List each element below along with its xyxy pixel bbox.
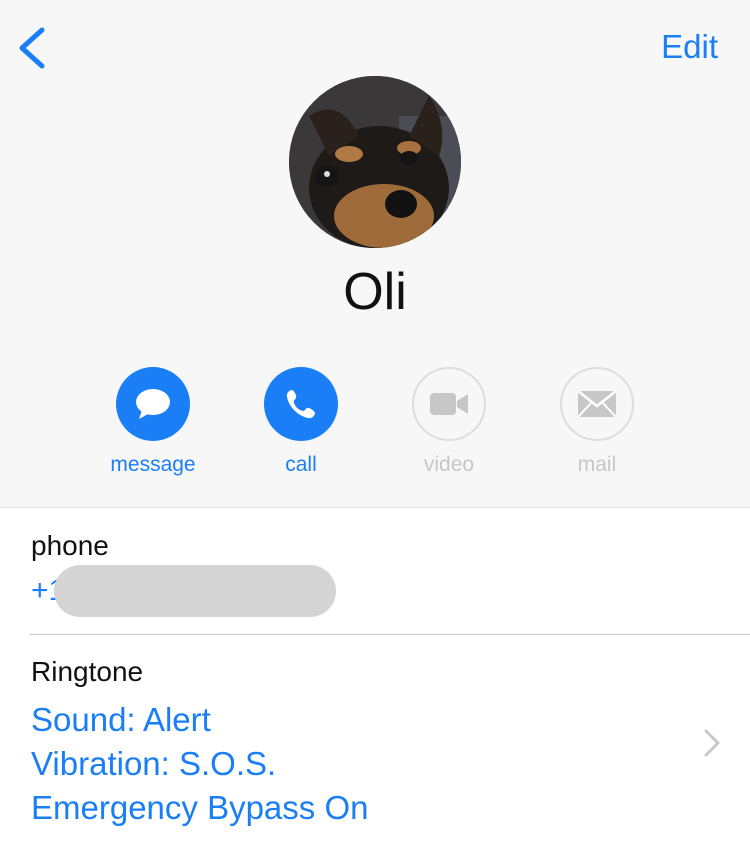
ringtone-label: Ringtone [31, 656, 144, 687]
message-label: message [110, 453, 196, 476]
envelope-icon [577, 390, 617, 418]
emergency-bypass: Emergency Bypass On [31, 789, 369, 826]
chevron-right-icon [704, 729, 720, 757]
chevron-left-icon[interactable] [14, 24, 54, 72]
message-action[interactable]: message [93, 367, 213, 479]
mail-action[interactable]: mail [537, 367, 657, 479]
ringtone-sound: Sound: Alert [31, 701, 211, 738]
phone-icon [286, 390, 315, 419]
contact-header: Edit Oli message call video mail [0, 0, 750, 508]
mail-label: mail [577, 453, 617, 476]
message-bubble-icon [136, 389, 170, 419]
call-action[interactable]: call [241, 367, 361, 479]
video-action[interactable]: video [389, 367, 509, 479]
edit-button[interactable]: Edit [661, 28, 718, 66]
redacted-phone-number [54, 565, 336, 617]
ringtone-vibration: Vibration: S.O.S. [31, 745, 277, 782]
avatar [289, 76, 461, 248]
video-button[interactable] [412, 367, 486, 441]
call-label: call [285, 453, 317, 476]
video-label: video [423, 453, 475, 476]
video-camera-icon [430, 393, 468, 415]
message-button[interactable] [116, 367, 190, 441]
phone-label: phone [31, 530, 109, 561]
divider [30, 634, 750, 635]
mail-button[interactable] [560, 367, 634, 441]
contact-name: Oli [343, 263, 407, 321]
call-button[interactable] [264, 367, 338, 441]
